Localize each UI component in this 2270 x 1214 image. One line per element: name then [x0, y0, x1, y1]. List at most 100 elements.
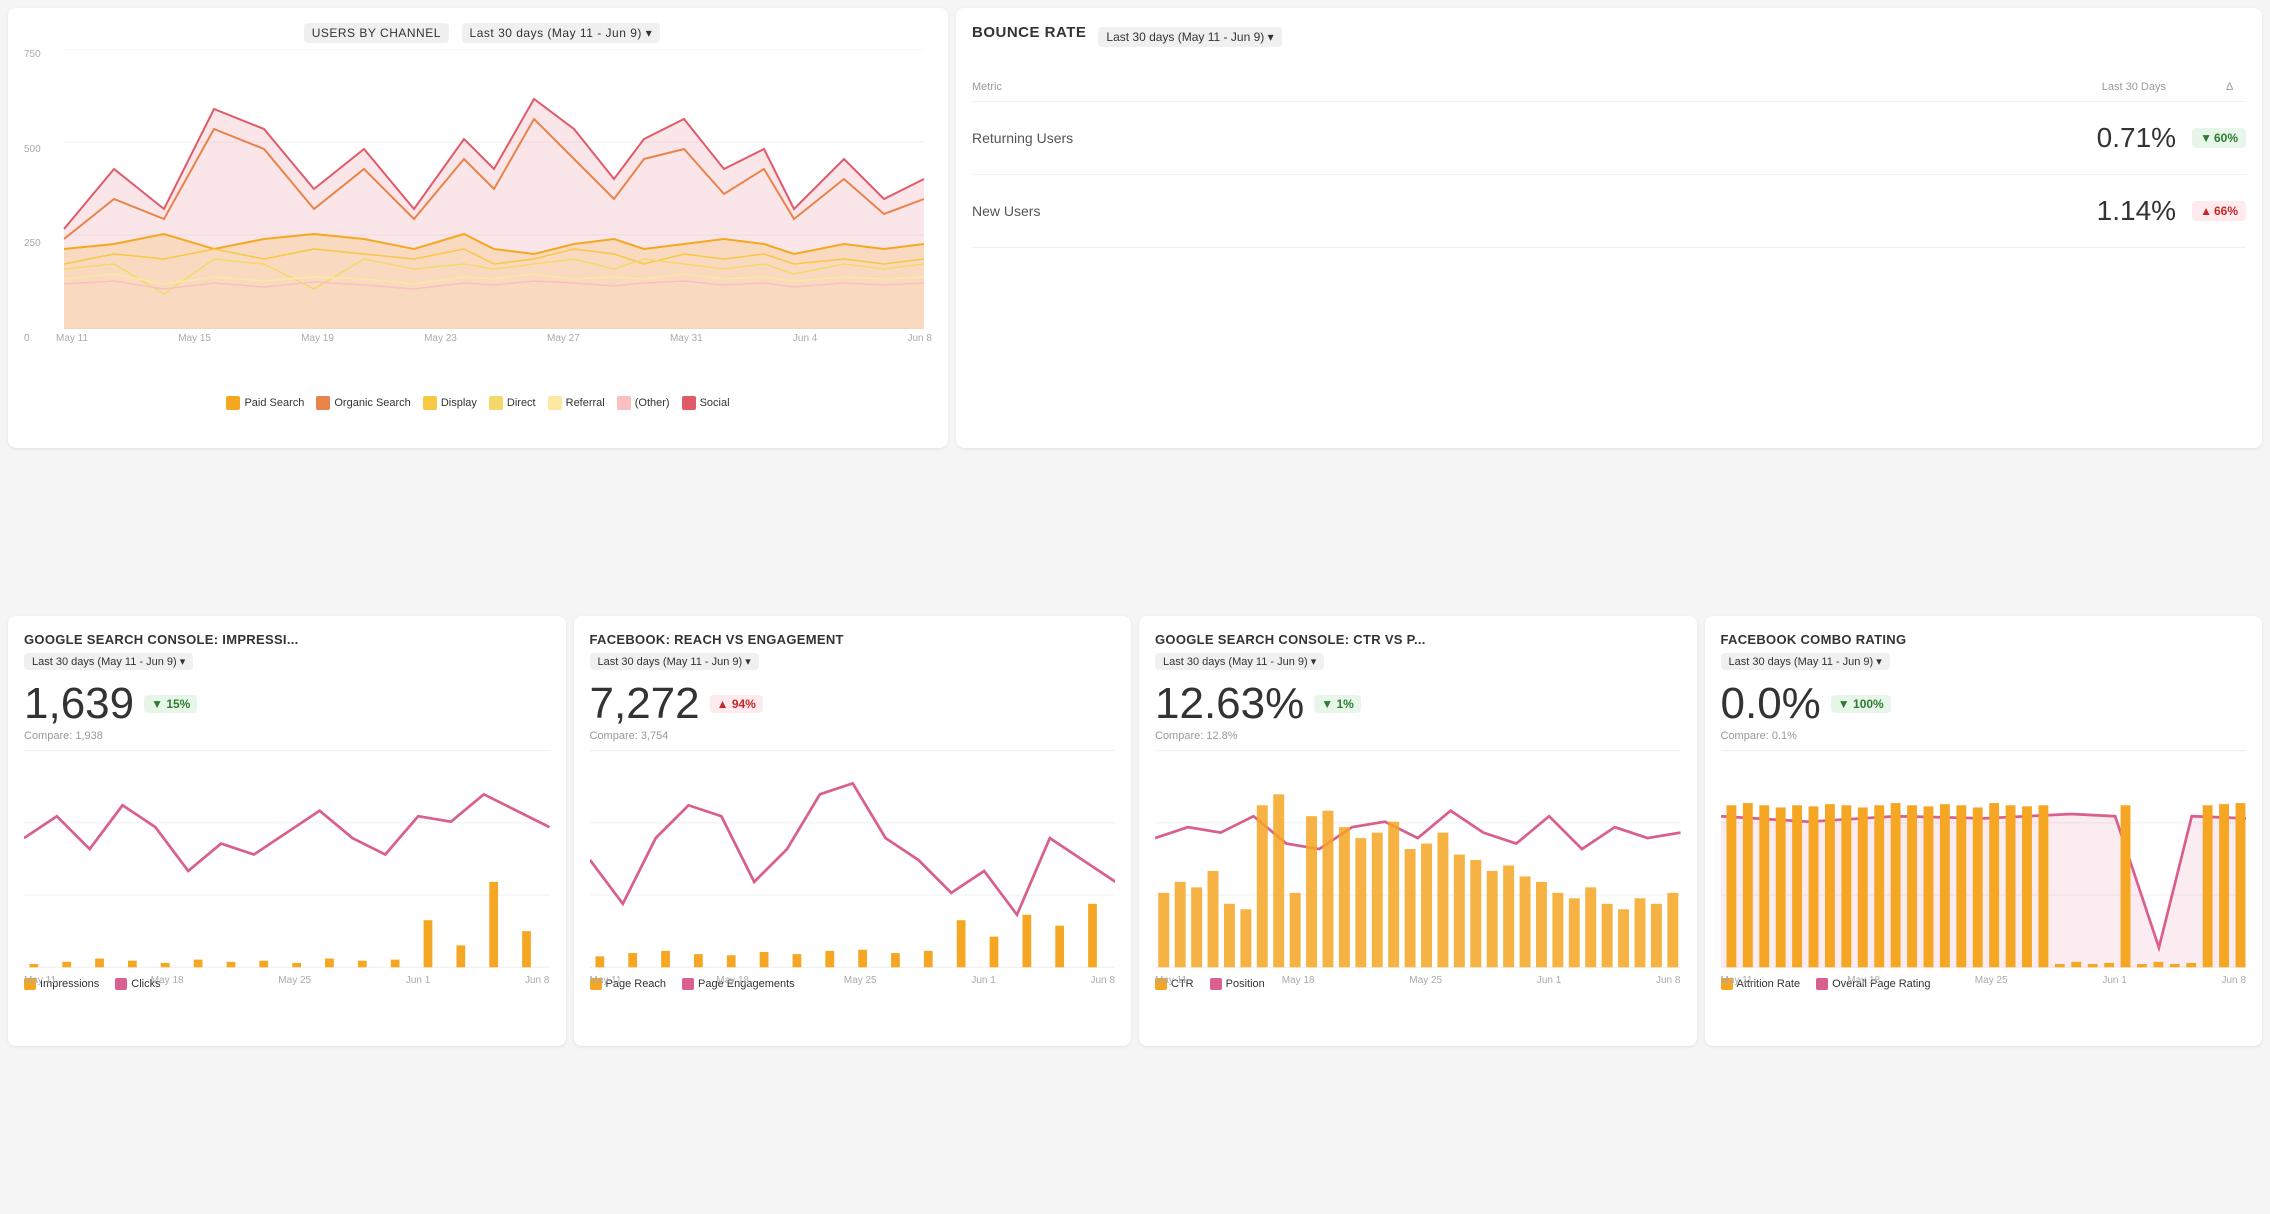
legend-social-label: Social [700, 397, 730, 409]
combo-main-value: 0.0% [1721, 682, 1821, 726]
legend-organic-search[interactable]: Organic Search [316, 396, 410, 410]
other-color [617, 396, 631, 410]
combo-date-range[interactable]: Last 30 days (May 11 - Jun 9) ▾ [1721, 653, 1890, 670]
new-users-row: New Users 1.14% ▲ 66% [972, 175, 2246, 248]
combo-x-may18: May 18 [1847, 975, 1880, 986]
legend-organic-search-label: Organic Search [334, 397, 410, 409]
combo-x-jun8: Jun 8 [2222, 975, 2246, 986]
combo-chart: May 11 May 18 May 25 Jun 1 Jun 8 [1721, 750, 2247, 970]
returning-users-label: Returning Users [972, 130, 2097, 146]
facebook-svg [590, 750, 1116, 970]
returning-users-badge: ▼ 60% [2192, 128, 2246, 148]
combo-value-row: 0.0% ▼ 100% [1721, 682, 2247, 726]
fb-x-may25: May 25 [844, 975, 877, 986]
ctr-x-jun1: Jun 1 [1537, 975, 1561, 986]
imp-x-may18: May 18 [151, 975, 184, 986]
facebook-main-value: 7,272 [590, 682, 700, 726]
bounce-rate-card: BOUNCE RATE Last 30 days (May 11 - Jun 9… [956, 8, 2262, 448]
delta-col-header: Δ [2226, 81, 2246, 93]
facebook-date-range[interactable]: Last 30 days (May 11 - Jun 9) ▾ [590, 653, 759, 670]
imp-x-jun1: Jun 1 [406, 975, 430, 986]
ctr-chart: May 11 May 18 May 25 Jun 1 Jun 8 [1155, 750, 1681, 970]
organic-search-color [316, 396, 330, 410]
facebook-value-row: 7,272 ▲ 94% [590, 682, 1116, 726]
ctr-x-may25: May 25 [1409, 975, 1442, 986]
ctr-compare: Compare: 12.8% [1155, 730, 1681, 742]
direct-color [489, 396, 503, 410]
impressions-title: GOOGLE SEARCH CONSOLE: IMPRESSI... [24, 632, 550, 647]
impressions-date-range[interactable]: Last 30 days (May 11 - Jun 9) ▾ [24, 653, 193, 670]
ctr-value-row: 12.63% ▼ 1% [1155, 682, 1681, 726]
legend-direct-label: Direct [507, 397, 536, 409]
fb-x-may18: May 18 [716, 975, 749, 986]
impressions-value-row: 1,639 ▼ 15% [24, 682, 550, 726]
impressions-compare: Compare: 1,938 [24, 730, 550, 742]
impressions-change-badge: ▼ 15% [144, 695, 197, 713]
returning-users-value: 0.71% [2097, 122, 2176, 154]
facebook-chart: May 11 May 18 May 25 Jun 1 Jun 8 [590, 750, 1116, 970]
bottom-row: GOOGLE SEARCH CONSOLE: IMPRESSI... Last … [8, 616, 2262, 1046]
users-channel-chart [56, 49, 932, 329]
bounce-rate-date-range[interactable]: Last 30 days (May 11 - Jun 9) ▾ [1098, 27, 1281, 47]
paid-search-color [226, 396, 240, 410]
ctr-change-pct: 1% [1336, 697, 1353, 711]
users-channel-date-range[interactable]: Last 30 days (May 11 - Jun 9) ▾ [462, 23, 661, 43]
impressions-card: GOOGLE SEARCH CONSOLE: IMPRESSI... Last … [8, 616, 566, 1046]
combo-compare: Compare: 0.1% [1721, 730, 2247, 742]
y-label-0: 0 [24, 333, 41, 344]
combo-x-may25: May 25 [1975, 975, 2008, 986]
legend-display[interactable]: Display [423, 396, 477, 410]
combo-x-may11: May 11 [1721, 975, 1753, 986]
returning-users-row: Returning Users 0.71% ▼ 60% [972, 102, 2246, 175]
metric-col-header: Metric [972, 81, 2102, 93]
dashboard: USERS BY CHANNEL Last 30 days (May 11 - … [0, 0, 2270, 1214]
bounce-rate-title: BOUNCE RATE [972, 24, 1086, 41]
facebook-title: FACEBOOK: REACH VS ENGAGEMENT [590, 632, 1116, 647]
legend-referral[interactable]: Referral [548, 396, 605, 410]
social-color [682, 396, 696, 410]
y-label-250: 250 [24, 238, 41, 249]
facebook-change-badge: ▲ 94% [710, 695, 763, 713]
legend-other[interactable]: (Other) [617, 396, 670, 410]
x-label-may27: May 27 [547, 333, 580, 344]
x-label-jun4: Jun 4 [793, 333, 817, 344]
y-label-750: 750 [24, 49, 41, 60]
users-channel-title: USERS BY CHANNEL Last 30 days (May 11 - … [24, 24, 932, 41]
ctr-card: GOOGLE SEARCH CONSOLE: CTR VS P... Last … [1139, 616, 1697, 1046]
top-row: USERS BY CHANNEL Last 30 days (May 11 - … [8, 8, 2262, 448]
legend-paid-search[interactable]: Paid Search [226, 396, 304, 410]
combo-x-jun1: Jun 1 [2102, 975, 2126, 986]
combo-change-badge: ▼ 100% [1831, 695, 1891, 713]
impressions-chart: May 11 May 18 May 25 Jun 1 Jun 8 [24, 750, 550, 970]
impressions-svg [24, 750, 550, 970]
last30-col-header: Last 30 Days [2102, 81, 2166, 93]
y-label-500: 500 [24, 144, 41, 155]
ctr-change-badge: ▼ 1% [1314, 695, 1361, 713]
table-header: Metric Last 30 Days Δ [972, 73, 2246, 102]
new-users-label: New Users [972, 203, 2097, 219]
legend-other-label: (Other) [635, 397, 670, 409]
x-label-may15: May 15 [178, 333, 211, 344]
users-channel-title-text: USERS BY CHANNEL [304, 23, 449, 43]
fb-x-jun1: Jun 1 [971, 975, 995, 986]
ctr-main-value: 12.63% [1155, 682, 1304, 726]
display-color [423, 396, 437, 410]
imp-x-may25: May 25 [278, 975, 311, 986]
facebook-change-pct: 94% [732, 697, 756, 711]
combo-change-pct: 100% [1853, 697, 1884, 711]
legend-social[interactable]: Social [682, 396, 730, 410]
new-users-value: 1.14% [2097, 195, 2176, 227]
x-label-may19: May 19 [301, 333, 334, 344]
x-label-may23: May 23 [424, 333, 457, 344]
impressions-change-pct: 15% [166, 697, 190, 711]
new-users-change: 66% [2214, 204, 2238, 218]
new-users-badge: ▲ 66% [2192, 201, 2246, 221]
ctr-date-range[interactable]: Last 30 days (May 11 - Jun 9) ▾ [1155, 653, 1324, 670]
combo-title: FACEBOOK COMBO RATING [1721, 632, 2247, 647]
x-label-may11: May 11 [56, 333, 88, 344]
facebook-compare: Compare: 3,754 [590, 730, 1116, 742]
x-label-jun8: Jun 8 [908, 333, 932, 344]
returning-users-arrow: ▼ [2200, 131, 2212, 145]
legend-direct[interactable]: Direct [489, 396, 536, 410]
combo-svg [1721, 750, 2247, 970]
